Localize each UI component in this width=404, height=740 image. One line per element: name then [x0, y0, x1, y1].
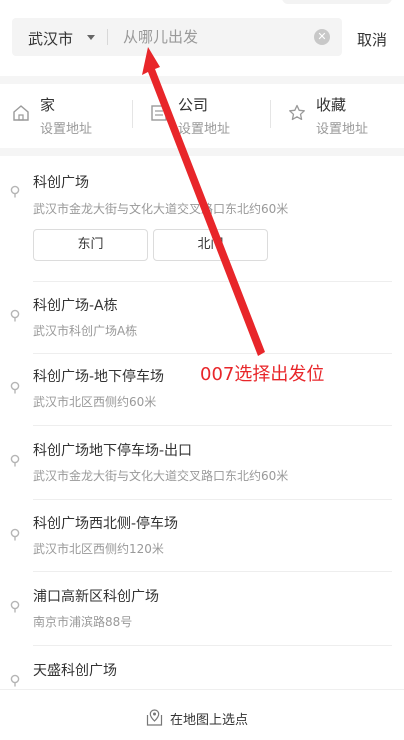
shortcut-title: 公司 [178, 96, 209, 114]
city-selector[interactable]: 武汉市 [28, 28, 73, 49]
origin-search-input[interactable] [123, 27, 313, 47]
list-item[interactable]: 科创广场西北侧-停车场 武汉市北区西侧约120米 [0, 500, 404, 572]
pick-on-map-label: 在地图上选点 [170, 713, 249, 728]
place-address: 武汉市北区西侧约120米 [33, 542, 164, 556]
place-name: 天盛科创广场 [33, 663, 117, 679]
location-pin-icon [10, 381, 20, 394]
gate-button-east[interactable]: 东门 [33, 229, 148, 261]
place-address: 武汉市金龙大街与文化大道交叉路口东北约60米 [33, 469, 289, 483]
shortcut-office[interactable]: 公司 设置地址 [150, 94, 260, 138]
place-address: 武汉市北区西侧约60米 [33, 395, 157, 409]
top-bar: 武汉市 ✕ 取消 [0, 0, 404, 76]
office-icon [151, 105, 167, 121]
shortcut-sub: 设置地址 [40, 122, 93, 137]
shortcut-favorite[interactable]: 收藏 设置地址 [288, 94, 398, 138]
place-address: 武汉市科创广场A栋 [33, 324, 138, 338]
map-pin-icon [146, 709, 163, 726]
location-pin-icon [10, 528, 20, 541]
shortcut-sub: 设置地址 [178, 122, 231, 137]
location-pin-icon [10, 185, 20, 198]
list-item[interactable]: 天盛科创广场 [0, 646, 404, 689]
list-item[interactable]: 浦口高新区科创广场 南京市浦滨路88号 [0, 572, 404, 646]
section-gap [0, 148, 404, 156]
star-icon [289, 104, 305, 121]
gate-button-north[interactable]: 北门 [153, 229, 268, 261]
place-list: 科创广场 武汉市金龙大街与文化大道交叉路口东北约60米 东门 北门 科创广场-A… [0, 156, 404, 689]
shortcut-title: 家 [40, 96, 56, 114]
place-name: 科创广场-A栋 [33, 298, 118, 314]
address-shortcuts: 家 设置地址 公司 设置地址 收藏 设置地址 [0, 84, 404, 148]
shortcut-sub: 设置地址 [316, 122, 369, 137]
place-name: 浦口高新区科创广场 [33, 589, 159, 605]
location-pin-icon [10, 309, 20, 322]
location-pin-icon [10, 454, 20, 467]
section-gap [0, 76, 404, 84]
location-pin-icon [10, 674, 20, 687]
divider [107, 29, 108, 45]
shortcut-title: 收藏 [316, 96, 347, 114]
place-address: 南京市浦滨路88号 [33, 615, 133, 629]
pick-on-map-bar[interactable]: 在地图上选点 [0, 689, 404, 740]
list-item[interactable]: 科创广场-A栋 武汉市科创广场A栋 [0, 282, 404, 354]
cancel-button[interactable]: 取消 [357, 29, 387, 50]
shortcut-home[interactable]: 家 设置地址 [12, 94, 122, 138]
home-icon [13, 105, 29, 121]
location-pin-icon [10, 600, 20, 613]
list-item[interactable]: 科创广场地下停车场-出口 武汉市金龙大街与文化大道交叉路口东北约60米 [0, 426, 404, 500]
place-name: 科创广场地下停车场-出口 [33, 443, 193, 459]
search-box[interactable]: 武汉市 ✕ [12, 18, 342, 56]
place-name: 科创广场-地下停车场 [33, 369, 165, 385]
place-address: 武汉市金龙大街与文化大道交叉路口东北约60米 [33, 202, 289, 216]
divider [132, 100, 133, 128]
caret-down-icon[interactable] [87, 35, 95, 40]
place-name: 科创广场西北侧-停车场 [33, 516, 179, 532]
annotation-text: 007选择出发位 [200, 364, 325, 385]
list-item[interactable]: 科创广场 武汉市金龙大街与文化大道交叉路口东北约60米 东门 北门 [0, 156, 404, 282]
place-name: 科创广场 [33, 175, 89, 191]
top-edge-decoration [282, 0, 392, 4]
clear-icon[interactable]: ✕ [314, 29, 330, 45]
divider [270, 100, 271, 128]
